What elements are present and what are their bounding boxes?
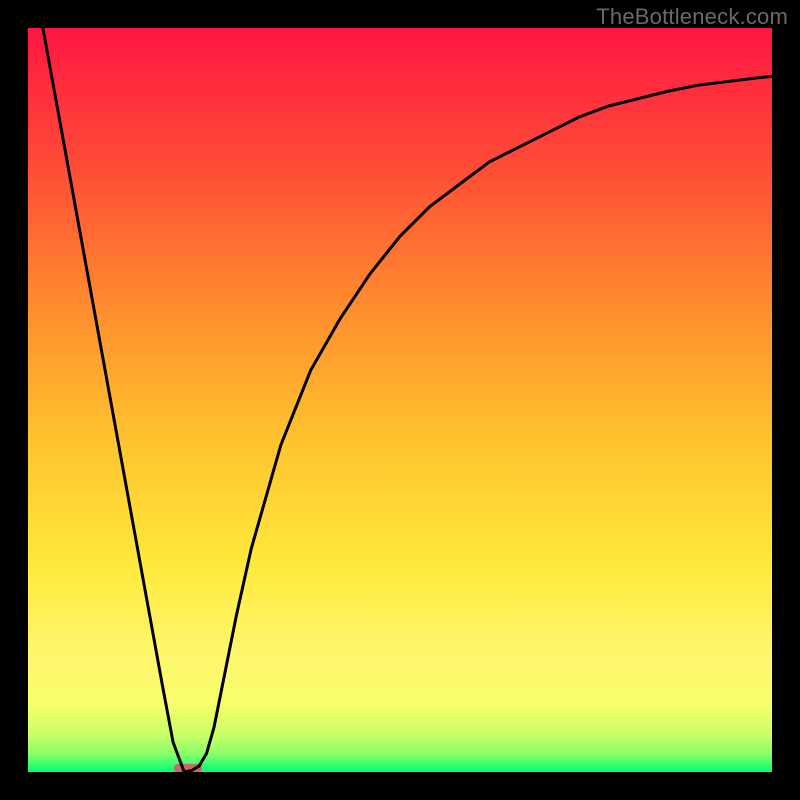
watermark-text: TheBottleneck.com [596,4,788,30]
chart-frame [28,28,772,772]
gradient-background [28,28,772,772]
bottleneck-chart [28,28,772,772]
